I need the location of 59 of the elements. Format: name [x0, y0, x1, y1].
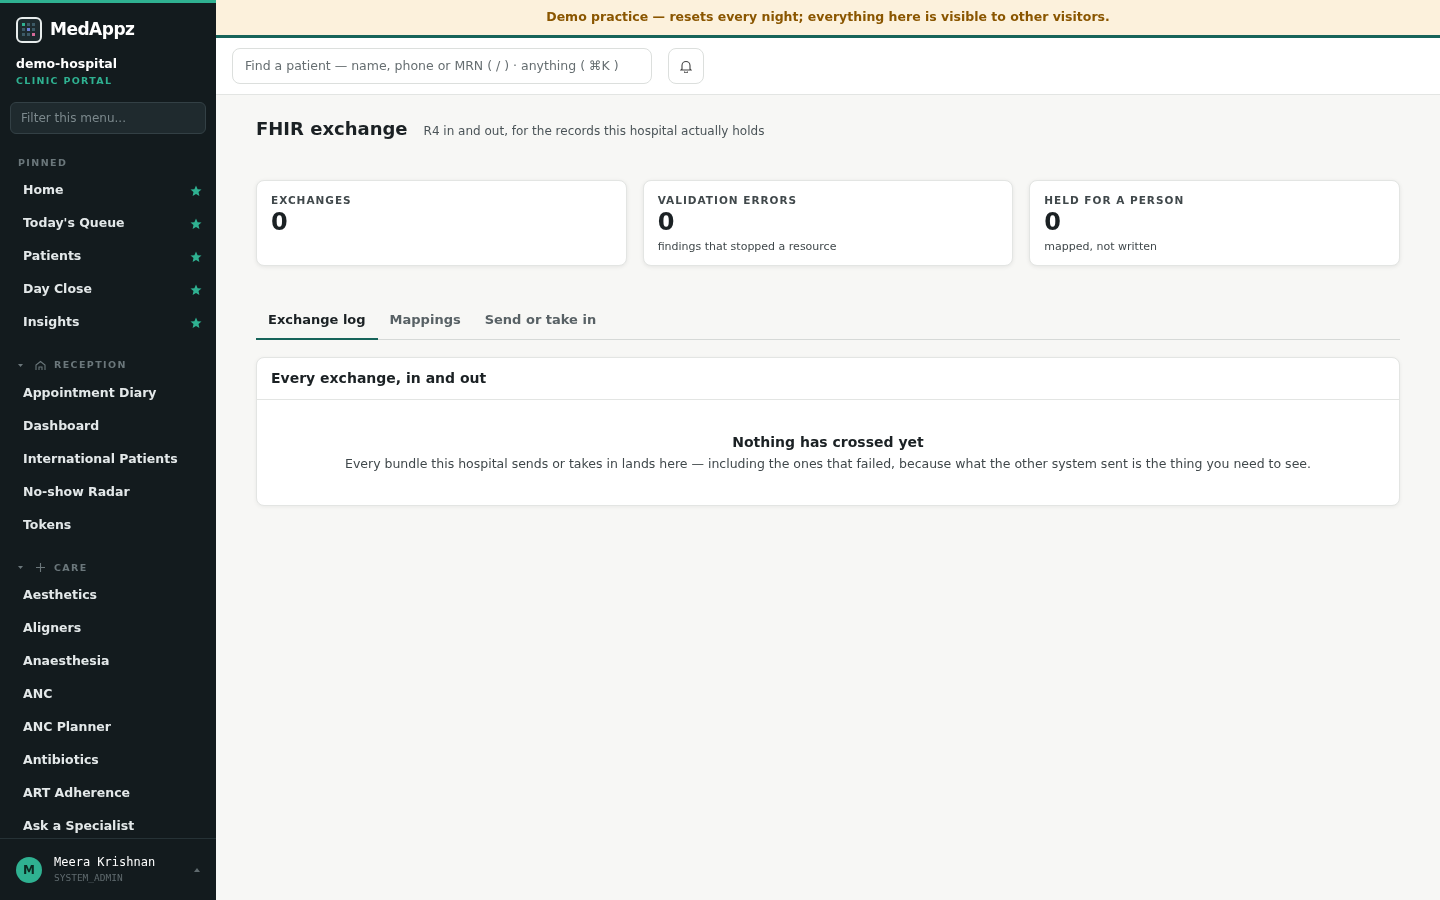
- empty-state-title: Nothing has crossed yet: [731, 432, 925, 452]
- search-field[interactable]: Find a patient — name, phone or MRN ( / ) · anything ( ⌘K ): [232, 47, 652, 85]
- bell-icon: [680, 59, 692, 73]
- stat-label: HELD FOR A PERSON: [1044, 193, 1186, 208]
- nav-item[interactable]: Dashboard: [0, 409, 216, 443]
- stat-note: findings that stopped a resource: [657, 239, 838, 256]
- demo-banner-text: Demo practice — resets every night; everything here is visible to other visitors.: [546, 8, 1110, 27]
- stat-label: VALIDATION ERRORS: [657, 193, 799, 208]
- caret-icon[interactable]: [194, 867, 200, 872]
- nav-item[interactable]: Tokens: [0, 508, 216, 542]
- organization-name: demo-hospital: [16, 55, 119, 73]
- tab[interactable]: Send or take in: [472, 302, 609, 340]
- page-title: FHIR exchange: [256, 117, 408, 141]
- nav-item[interactable]: Today's Queue: [0, 207, 216, 241]
- stat-note: mapped, not written: [1044, 239, 1158, 256]
- star-icon[interactable]: [190, 184, 202, 197]
- section-heading: PINNED: [17, 156, 69, 170]
- star-icon[interactable]: [190, 316, 202, 329]
- nav-item[interactable]: Insights: [0, 306, 216, 340]
- page-subtitle: R4 in and out, for the records this hospital actually holds: [423, 123, 765, 140]
- notifications-button[interactable]: [668, 48, 704, 84]
- filter-field[interactable]: Filter this menu...: [10, 102, 206, 134]
- nav-item[interactable]: No-show Radar: [0, 475, 216, 509]
- panel-title: Every exchange, in and out: [257, 357, 1399, 400]
- portal-label: CLINIC PORTAL: [16, 73, 114, 88]
- nav-item[interactable]: International Patients: [0, 442, 216, 476]
- star-icon[interactable]: [190, 250, 202, 263]
- plus-icon: [35, 562, 46, 574]
- nav-item[interactable]: Home: [0, 174, 216, 208]
- nav-item[interactable]: Aligners: [0, 611, 216, 645]
- nav-item[interactable]: Antibiotics: [0, 743, 216, 777]
- stat-label: EXCHANGES: [271, 193, 353, 208]
- nav-item[interactable]: Anaesthesia: [0, 644, 216, 678]
- tab[interactable]: Exchange log: [256, 302, 378, 340]
- nav-item[interactable]: Appointment Diary: [0, 376, 216, 410]
- caret-icon[interactable]: [18, 565, 23, 571]
- nav-item[interactable]: Ask a Specialist: [0, 809, 216, 838]
- nav-item[interactable]: ANC Planner: [0, 710, 216, 744]
- nav-item[interactable]: ART Adherence: [0, 776, 216, 810]
- nav-item[interactable]: Aesthetics: [0, 578, 216, 612]
- star-icon[interactable]: [190, 217, 202, 230]
- star-icon[interactable]: [190, 283, 202, 296]
- nav-item[interactable]: Day Close: [0, 273, 216, 307]
- nav-item[interactable]: Patients: [0, 240, 216, 274]
- stat-value: 0: [271, 208, 289, 236]
- section-heading: RECEPTION: [54, 358, 127, 373]
- user-avatar: M: [16, 856, 42, 883]
- empty-state-text: Every bundle this hospital sends or takes in lands here — including the ones that failed, because what the other system sent is the thing you need to see.: [344, 454, 1312, 473]
- brand-name: MedAppz: [50, 18, 135, 42]
- logo-icon: [16, 17, 42, 43]
- section-heading: CARE: [54, 560, 88, 575]
- house-icon: [35, 359, 46, 371]
- user-role: SYSTEM_ADMIN: [54, 871, 124, 886]
- tab[interactable]: Mappings: [377, 302, 473, 340]
- caret-icon[interactable]: [18, 362, 23, 368]
- stat-value: 0: [657, 208, 676, 236]
- stat-value: 0: [1044, 208, 1062, 236]
- user-name: Meera Krishnan: [54, 854, 157, 872]
- nav-item[interactable]: ANC: [0, 677, 216, 711]
